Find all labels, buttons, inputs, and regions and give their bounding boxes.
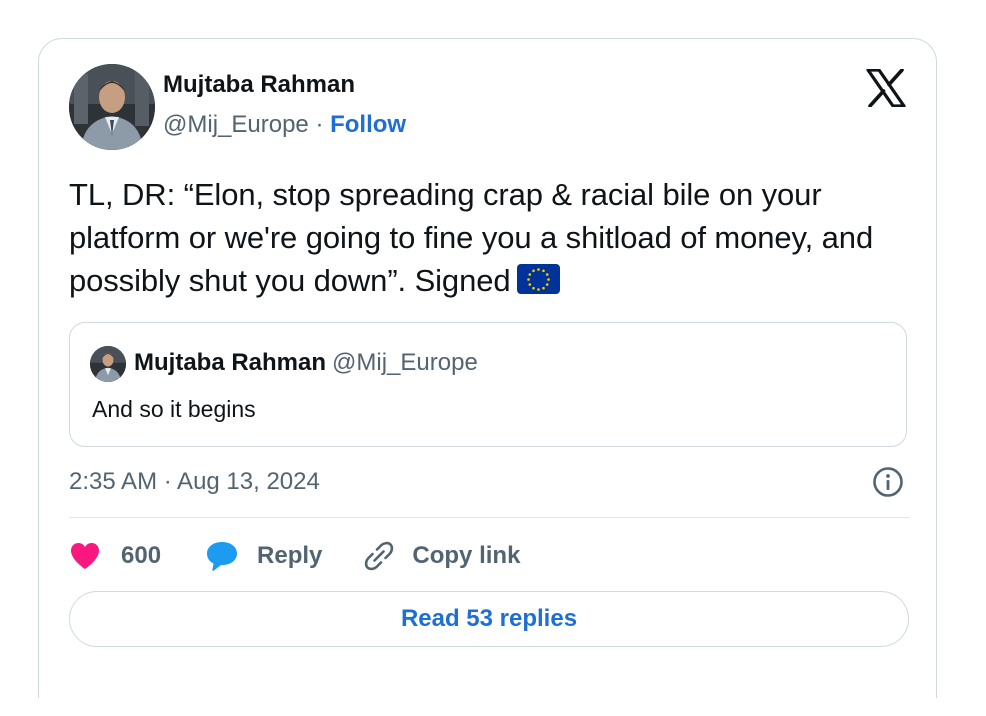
heart-icon [71, 543, 99, 569]
info-icon[interactable] [872, 466, 904, 498]
quoted-author-name: Mujtaba Rahman [134, 349, 327, 376]
quoted-author-row: Mujtaba Rahman @Mij_Europe [134, 349, 478, 377]
author-name[interactable]: Mujtaba Rahman [163, 71, 355, 99]
tweet-timestamp[interactable]: 2:35 AM · Aug 13, 2024 [69, 468, 320, 496]
eu-flag-emoji [516, 263, 560, 294]
link-icon [365, 541, 394, 571]
reply-label: Reply [257, 542, 323, 569]
quoted-tweet-text: And so it begins [92, 396, 256, 422]
quoted-avatar [90, 346, 126, 382]
like-button[interactable]: 600 [69, 541, 161, 571]
likes-count: 600 [121, 542, 162, 569]
tweet-text: TL, DR: “Elon, stop spreading crap & rac… [69, 177, 874, 298]
author-handle[interactable]: @Mij_Europe [163, 111, 309, 138]
quoted-tweet[interactable]: Mujtaba Rahman @Mij_Europe And so it begi… [69, 322, 907, 447]
avatar[interactable] [69, 64, 155, 150]
copy-link-label: Copy link [412, 542, 521, 569]
quoted-author-handle: @Mij_Europe [332, 349, 478, 376]
embedded-tweet-card: Mujtaba Rahman @Mij_Europe · Follow TL, … [38, 38, 937, 698]
reply-bubble-icon [207, 542, 238, 571]
reply-button[interactable]: Reply [205, 540, 322, 572]
x-logo-icon[interactable] [866, 68, 906, 108]
follow-button[interactable]: Follow [330, 111, 406, 138]
copy-link-button[interactable]: Copy link [362, 539, 520, 573]
read-replies-button[interactable]: Read 53 replies [69, 591, 909, 647]
handle-separator: · [315, 111, 324, 138]
tweet-text-block: TL, DR: “Elon, stop spreading crap & rac… [69, 173, 909, 302]
action-bar: 600 Reply Copy link [69, 536, 520, 576]
author-handle-row: @Mij_Europe · Follow [163, 111, 406, 139]
divider [69, 517, 909, 518]
